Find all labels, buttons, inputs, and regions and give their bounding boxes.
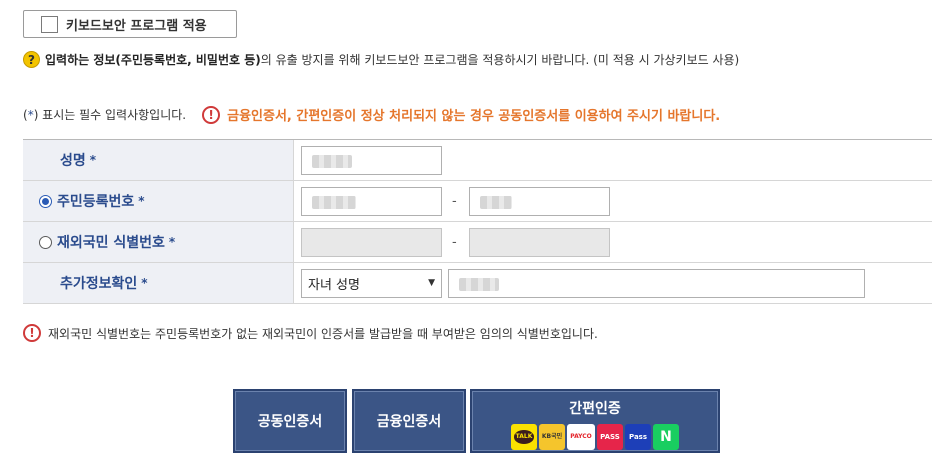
required-star: *	[141, 276, 148, 290]
required-note-row: ( * ) 표시는 필수 입력사항입니다. ! 금융인증서, 간편인증이 정상 …	[23, 105, 720, 124]
joint-cert-button[interactable]: 공동인증서	[233, 389, 347, 453]
financial-cert-button[interactable]: 금융인증서	[352, 389, 466, 453]
foreign-id-note: ! 재외국민 식별번호는 주민등록번호가 없는 재외국민이 인증서를 발급받을 …	[23, 324, 598, 342]
identity-form: 성명 * 주민등록번호 * - 재외국민 식별번호 * - 추가정보확인 * 자…	[23, 139, 932, 304]
extra-label-cell: 추가정보확인 *	[23, 263, 293, 303]
required-star: *	[89, 153, 97, 167]
extra-select-value: 자녀 성명	[308, 277, 360, 293]
payco-icon: PAYCO	[567, 424, 595, 450]
exclamation-icon: !	[23, 324, 41, 342]
simple-auth-button[interactable]: 간편인증 TALK KB국민 PAYCO PASS Pass N	[470, 389, 720, 453]
foreign-front-input	[301, 227, 442, 257]
name-label-cell: 성명 *	[23, 140, 293, 180]
financial-cert-label: 금융인증서	[376, 414, 442, 430]
name-label: 성명	[60, 153, 86, 169]
form-row-foreign-id: 재외국민 식별번호 * -	[23, 222, 932, 263]
foreign-radio[interactable]	[39, 235, 52, 249]
required-star: *	[168, 235, 176, 249]
foreign-radio-label[interactable]: 재외국민 식별번호 *	[23, 222, 293, 262]
rrn-label: 주민등록번호	[57, 194, 135, 210]
kakao-talk-icon: TALK	[511, 424, 537, 450]
extra-info-select[interactable]: 자녀 성명 ▼	[301, 268, 442, 298]
name-input[interactable]	[301, 145, 442, 175]
notice-text: 의 유출 방지를 위해 키보드보안 프로그램을 적용하시기 바랍니다. (미 적…	[260, 53, 740, 67]
extra-input-cell: 자녀 성명 ▼	[293, 263, 932, 303]
rrn-back-input[interactable]	[468, 186, 610, 216]
pass-icon: PASS	[597, 424, 623, 450]
foreign-label: 재외국민 식별번호	[57, 235, 165, 251]
keyboard-security-checkbox[interactable]	[41, 15, 58, 33]
foreign-dash: -	[452, 234, 457, 250]
required-star: *	[138, 194, 145, 208]
caret-down-icon: ▼	[428, 278, 435, 288]
samsung-pass-icon: Pass	[625, 424, 651, 450]
required-note-text: ) 표시는 필수 입력사항입니다.	[33, 108, 187, 122]
simple-auth-label: 간편인증	[569, 401, 621, 417]
rrn-radio[interactable]	[39, 194, 52, 208]
name-input-cell	[293, 140, 932, 180]
simple-auth-logos: TALK KB국민 PAYCO PASS Pass N	[511, 424, 679, 450]
extra-label: 추가정보확인	[60, 276, 138, 292]
notice-bold-text: 입력하는 정보(주민등록번호, 비밀번호 등)	[45, 53, 261, 67]
kb-bank-icon: KB국민	[539, 424, 565, 450]
joint-cert-label: 공동인증서	[257, 414, 323, 430]
naver-icon: N	[653, 424, 679, 450]
rrn-dash: -	[452, 193, 457, 209]
keyboard-security-label: 키보드보안 프로그램 적용	[66, 18, 207, 34]
foreign-input-cell: -	[293, 222, 932, 262]
form-row-rrn: 주민등록번호 * -	[23, 181, 932, 222]
foreign-back-input	[468, 227, 610, 257]
keyboard-notice: ? 입력하는 정보(주민등록번호, 비밀번호 등) 의 유출 방지를 위해 키보…	[23, 51, 739, 68]
rrn-front-input[interactable]	[301, 186, 442, 216]
cert-warning-text: 금융인증서, 간편인증이 정상 처리되지 않는 경우 공동인증서를 이용하여 주…	[227, 109, 721, 124]
extra-info-input[interactable]	[448, 268, 865, 298]
rrn-input-cell: -	[293, 181, 932, 221]
form-row-name: 성명 *	[23, 140, 932, 181]
exclamation-icon: !	[202, 105, 221, 124]
foreign-id-note-text: 재외국민 식별번호는 주민등록번호가 없는 재외국민이 인증서를 발급받을 때 …	[48, 326, 598, 341]
question-icon: ?	[23, 51, 40, 68]
keyboard-security-toggle[interactable]: 키보드보안 프로그램 적용	[23, 10, 237, 38]
rrn-radio-label[interactable]: 주민등록번호 *	[23, 181, 293, 221]
form-row-extra-info: 추가정보확인 * 자녀 성명 ▼	[23, 263, 932, 304]
